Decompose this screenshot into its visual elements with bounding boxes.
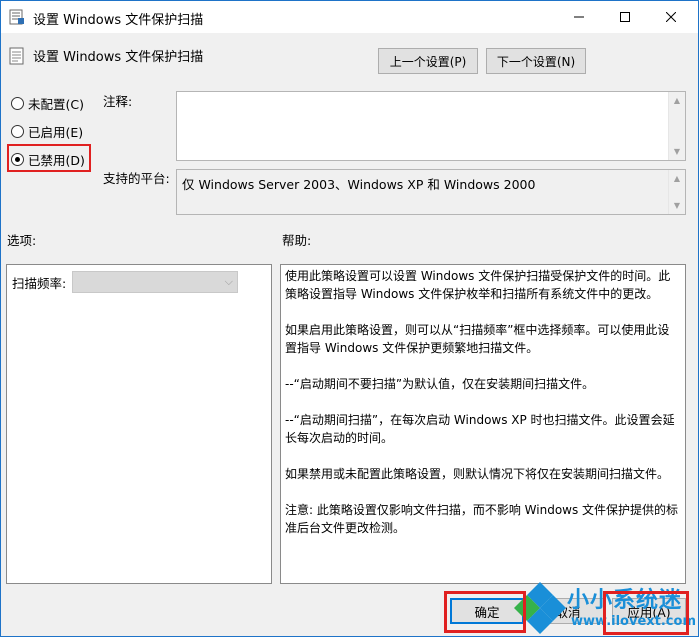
- chevron-down-icon: ⌵: [224, 275, 233, 288]
- help-paragraph: 如果启用此策略设置，则可以从“扫描频率”框中选择频率。可以使用此设置指导 Win…: [285, 323, 670, 355]
- radio-indicator[interactable]: [11, 97, 24, 110]
- scan-frequency-dropdown[interactable]: ⌵: [72, 271, 238, 293]
- policy-setting-icon: [9, 9, 25, 25]
- help-paragraph: --“启动期间扫描”，在每次启动 Windows XP 时也扫描文件。此设置会延…: [285, 413, 675, 445]
- platform-label: 支持的平台:: [103, 171, 170, 186]
- help-paragraph: --“启动期间不要扫描”为默认值，仅在安装期间扫描文件。: [285, 377, 595, 391]
- minimize-button[interactable]: [556, 1, 602, 33]
- help-paragraph: 使用此策略设置可以设置 Windows 文件保护扫描受保护文件的时间。此策略设置…: [285, 269, 671, 301]
- policy-dialog-window: 设置 Windows 文件保护扫描 设置 Windows 文件保护扫描 上一个设…: [0, 0, 699, 637]
- scroll-down-arrow-icon[interactable]: ▼: [669, 143, 685, 160]
- highlight-box-disabled: [7, 144, 91, 172]
- close-button[interactable]: [648, 1, 694, 33]
- minimize-icon: [574, 16, 584, 18]
- radio-enabled[interactable]: 已启用(E): [11, 122, 83, 141]
- platform-value: 仅 Windows Server 2003、Windows XP 和 Windo…: [182, 177, 536, 192]
- close-icon: [666, 12, 676, 22]
- highlight-box-ok: [444, 591, 526, 633]
- comment-scrollbar[interactable]: ▲ ▼: [668, 92, 685, 160]
- help-paragraph: 注意: 此策略设置仅影响文件扫描，而不影响 Windows 文件保护提供的标准后…: [285, 503, 679, 535]
- options-label: 选项:: [7, 233, 37, 248]
- policy-document-icon: [9, 47, 25, 65]
- highlight-box-apply: [603, 591, 689, 635]
- maximize-icon: [620, 12, 630, 22]
- comment-textarea[interactable]: ▲ ▼: [176, 91, 686, 161]
- comment-label: 注释:: [103, 94, 133, 109]
- next-setting-button[interactable]: 下一个设置(N): [486, 48, 586, 74]
- scroll-up-arrow-icon[interactable]: ▲: [669, 92, 685, 109]
- scroll-up-arrow-icon[interactable]: ▲: [669, 170, 685, 187]
- scan-frequency-label: 扫描频率:: [12, 276, 67, 291]
- platform-field: 仅 Windows Server 2003、Windows XP 和 Windo…: [176, 169, 686, 215]
- options-panel: 扫描频率: ⌵: [6, 264, 272, 584]
- setting-title: 设置 Windows 文件保护扫描: [33, 50, 204, 65]
- help-paragraph: 如果禁用或未配置此策略设置，则默认情况下将仅在安装期间扫描文件。: [285, 467, 670, 481]
- title-bar[interactable]: 设置 Windows 文件保护扫描: [1, 1, 698, 33]
- scroll-down-arrow-icon[interactable]: ▼: [669, 197, 685, 214]
- help-panel: 使用此策略设置可以设置 Windows 文件保护扫描受保护文件的时间。此策略设置…: [280, 264, 686, 584]
- radio-not-configured[interactable]: 未配置(C): [11, 94, 84, 113]
- radio-indicator[interactable]: [11, 125, 24, 138]
- help-label: 帮助:: [282, 233, 312, 248]
- platform-scrollbar[interactable]: ▲ ▼: [668, 170, 685, 214]
- window-title: 设置 Windows 文件保护扫描: [33, 13, 204, 28]
- previous-setting-button[interactable]: 上一个设置(P): [378, 48, 478, 74]
- radio-label: 已启用(E): [28, 125, 84, 140]
- radio-label: 未配置(C): [28, 97, 84, 112]
- maximize-button[interactable]: [602, 1, 648, 33]
